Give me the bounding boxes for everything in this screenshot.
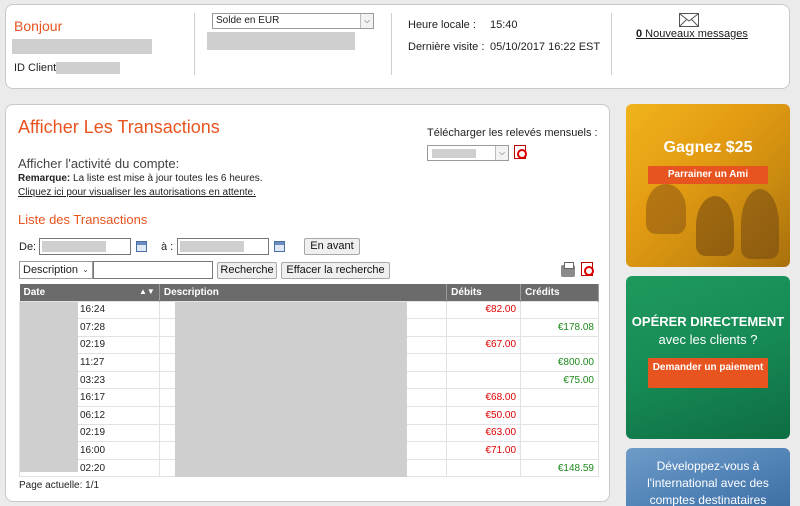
to-label: à : [161,241,174,253]
note-label: Remarque: [18,173,71,184]
transaction-credit [520,300,599,320]
international-promo-text: Développez-vous à l'international avec d… [647,459,769,506]
transaction-debit [446,370,522,390]
account-header: Bonjour ID Client Solde en EUR ⌵ Heure l… [5,4,790,89]
transaction-debit: €82.00 [446,300,522,320]
last-visit-label: Dernière visite : [408,41,485,53]
client-id-label: ID Client [14,62,57,74]
to-date-input[interactable] [177,238,269,255]
people-illustration [646,184,686,234]
people-illustration [741,189,779,259]
promo-headline: OPÉRER DIRECTEMENT [631,314,785,329]
pending-authorizations-link[interactable]: Cliquez ici pour visualiser les autorisa… [18,187,256,198]
chevron-down-icon: ⌄ [79,262,92,278]
transaction-debit: €63.00 [446,423,522,443]
refer-friend-button[interactable]: Parrainer un Ami [648,166,768,184]
international-promo[interactable]: Développez-vous à l'international avec d… [626,448,790,506]
search-input[interactable] [93,261,213,279]
column-header-credits: Crédits [520,284,599,301]
divider [391,13,392,75]
local-time-label: Heure locale : [408,19,476,31]
transaction-credit: €148.59 [520,458,599,478]
clear-search-button[interactable]: Effacer la recherche [281,262,390,279]
redacted-date [42,241,106,252]
transaction-debit [446,458,522,478]
referral-title: Gagnez $25 [663,139,753,156]
column-header-debits: Débits [446,284,522,301]
divider [611,13,612,75]
redacted-balance [207,32,355,50]
download-statements-label: Télécharger les relevés mensuels : [427,127,598,139]
activity-heading: Afficher l'activité du compte: [18,156,180,171]
transaction-debit [446,318,522,337]
from-date-input[interactable] [39,238,131,255]
referral-promo[interactable]: Gagnez $25 Parrainer un Ami [626,104,790,267]
chevron-down-icon: ⌵ [360,14,373,28]
transaction-credit [520,406,599,425]
search-field-value: Description [23,264,79,276]
redacted-month [432,149,476,158]
calendar-icon[interactable] [274,241,285,252]
transaction-debit: €50.00 [446,406,522,425]
transaction-debit: €71.00 [446,441,522,460]
sort-icon[interactable]: ▲▼ [139,287,159,296]
print-icon[interactable] [561,262,575,277]
pdf-download-icon[interactable] [514,145,527,159]
messages-label: Nouveaux messages [642,28,748,40]
update-note: Remarque: La liste est mise à jour toute… [18,173,263,184]
redacted-date [180,241,244,252]
column-header-description: Description [159,284,448,301]
transaction-credit: €178.08 [520,318,599,337]
calendar-icon[interactable] [136,241,147,252]
transaction-debit [446,353,522,372]
redacted-client-id [56,62,120,74]
last-visit-value: 05/10/2017 16:22 EST [490,41,601,53]
envelope-icon[interactable] [679,13,699,27]
page-title: Afficher Les Transactions [18,117,220,137]
local-time-value: 15:40 [490,19,518,31]
transaction-credit [520,441,599,460]
note-text: La liste est mise à jour toutes les 6 he… [70,173,263,184]
divider [194,13,195,75]
from-label: De: [19,241,37,253]
messages-link[interactable]: 0 Nouveaux messages [636,28,748,40]
balance-select-value: Solde en EUR [216,15,280,26]
chevron-down-icon: ⌵ [495,146,508,160]
transaction-credit [520,335,599,355]
search-button[interactable]: Recherche [217,262,277,279]
pdf-export-icon[interactable] [581,262,594,276]
table-header-row: Date ▲▼ Description Débits Crédits [19,284,599,301]
request-payment-button[interactable]: Demander un paiement [648,358,768,388]
column-date-label: Date [23,286,46,298]
transaction-credit: €800.00 [520,353,599,372]
search-field-select[interactable]: Description ⌄ [19,261,93,279]
redacted-name [12,39,152,54]
greeting: Bonjour [14,18,63,34]
transaction-debit: €67.00 [446,335,522,355]
transactions-panel: Afficher Les Transactions Télécharger le… [5,104,610,502]
page-indicator: Page actuelle: 1/1 [19,480,100,491]
transaction-debit: €68.00 [446,388,522,408]
balance-currency-select[interactable]: Solde en EUR ⌵ [212,13,374,29]
transaction-credit: €75.00 [520,370,599,390]
statement-month-select[interactable]: ⌵ [427,145,509,161]
forward-button[interactable]: En avant [304,238,360,255]
promo-subline: avec les clients ? [658,332,758,347]
transaction-credit [520,388,599,408]
transaction-list-heading: Liste des Transactions [18,212,148,227]
request-payment-promo[interactable]: OPÉRER DIRECTEMENT avec les clients ? De… [626,276,790,439]
people-illustration [696,196,734,256]
redacted-descriptions [175,302,407,477]
column-header-date[interactable]: Date ▲▼ [19,284,160,301]
redacted-dates [20,302,78,472]
transaction-credit [520,423,599,443]
